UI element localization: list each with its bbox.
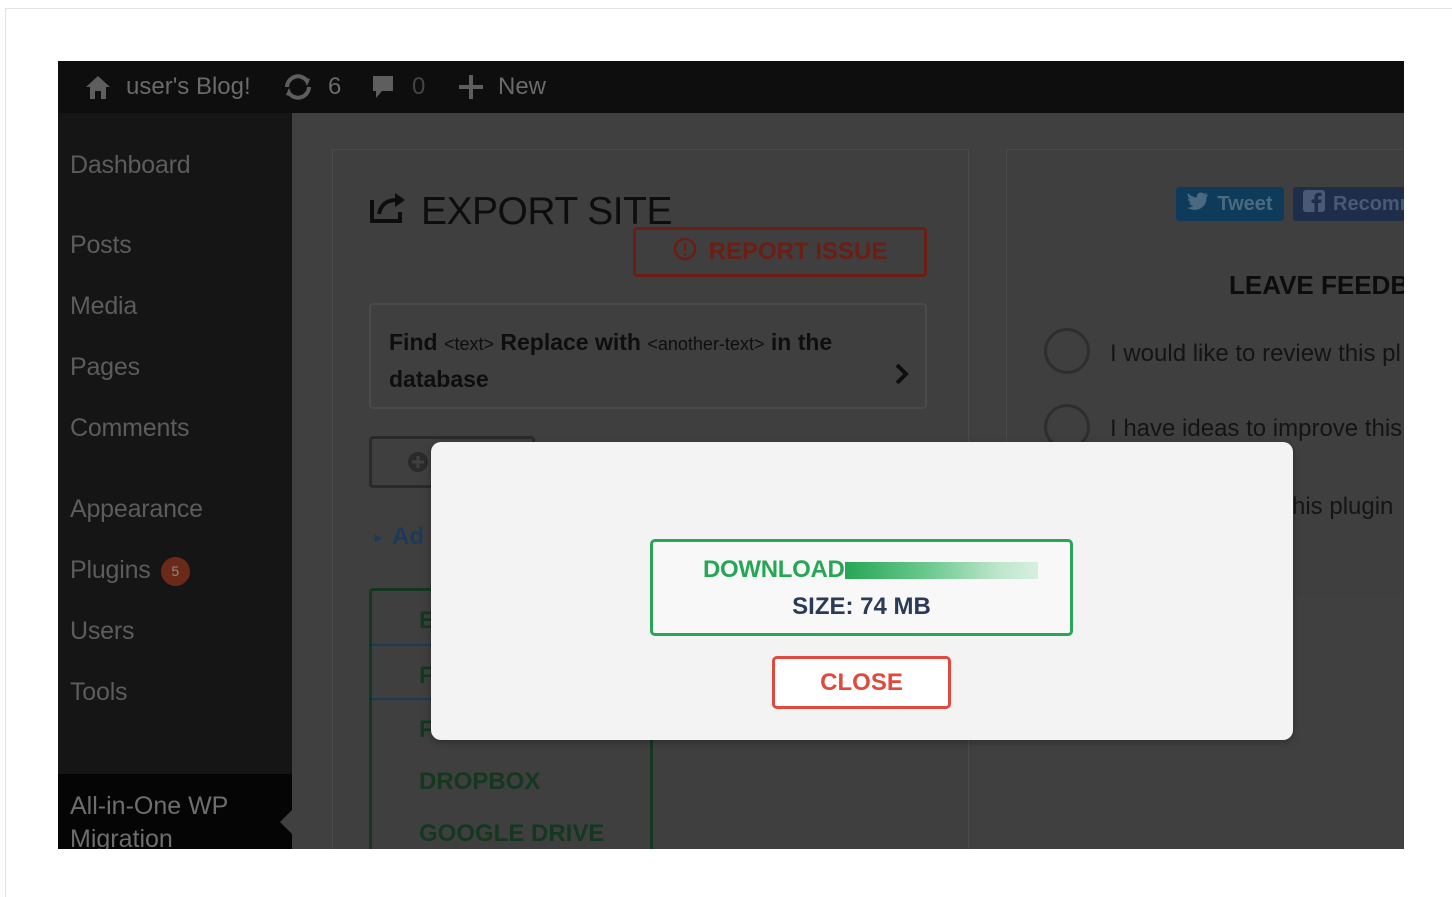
sidebar-item-media[interactable]: Media — [70, 292, 137, 321]
alert-icon — [673, 237, 709, 268]
new-label: New — [498, 73, 547, 100]
active-indicator — [280, 809, 293, 835]
page-title: EXPORT SITE — [369, 190, 672, 234]
download-row: DOWNLOAD — [703, 556, 1038, 584]
export-option-google-drive[interactable]: GOOGLE DRIVE — [419, 820, 604, 848]
sidebar-item-appearance[interactable]: Appearance — [70, 495, 203, 524]
find-replace-text: Find <text> Replace with <another-text> … — [389, 329, 833, 392]
export-complete-modal: DOWNLOAD SIZE: 74 MB CLOSE — [431, 442, 1293, 740]
refresh-icon — [282, 73, 314, 101]
updates-count: 6 — [328, 73, 342, 100]
facebook-recommend-button[interactable]: Recomm — [1293, 187, 1404, 221]
find-replace-row[interactable]: Find <text> Replace with <another-text> … — [369, 303, 927, 409]
leave-feedback-heading: LEAVE FEEDB — [1229, 270, 1404, 300]
twitter-icon — [1187, 192, 1217, 216]
home-icon — [84, 74, 112, 100]
sidebar-item-label: All-in-One WP Migration — [70, 792, 228, 849]
feedback-option-review: I would like to review this pl — [1110, 340, 1401, 367]
advanced-options-link[interactable]: ▸ Ad — [375, 523, 424, 551]
download-size: SIZE: 74 MB — [792, 593, 931, 620]
feedback-option-plugin: his plugin — [1292, 493, 1394, 520]
download-progress-bar — [844, 561, 1038, 579]
download-button[interactable]: DOWNLOAD SIZE: 74 MB — [650, 539, 1073, 636]
site-name-link[interactable]: user's Blog! — [84, 61, 251, 113]
sidebar-item-tools[interactable]: Tools — [70, 678, 128, 707]
sidebar-item-comments[interactable]: Comments — [70, 414, 189, 443]
close-button[interactable]: CLOSE — [772, 656, 951, 709]
sidebar-item-all-in-one-wp-migration[interactable]: All-in-One WP Migration — [58, 774, 293, 849]
plus-icon — [458, 74, 484, 100]
new-content-link[interactable]: New — [458, 61, 546, 113]
admin-sidebar: Dashboard Posts Media Pages Comments App… — [58, 113, 293, 849]
comment-bubble-icon — [370, 73, 396, 101]
caret-right-icon: ▸ — [375, 529, 383, 546]
sidebar-item-plugins[interactable]: Plugins 5 — [70, 556, 190, 586]
report-issue-button[interactable]: REPORT ISSUE — [633, 227, 927, 277]
plugins-update-badge: 5 — [160, 556, 190, 586]
plus-circle-icon — [408, 452, 428, 477]
sidebar-item-label: Plugins — [70, 556, 151, 584]
site-name: user's Blog! — [126, 73, 251, 100]
admin-bar: user's Blog! 6 0 New — [58, 61, 1404, 113]
sidebar-item-users[interactable]: Users — [70, 617, 134, 646]
comments-count: 0 — [412, 73, 426, 100]
download-label: DOWNLOAD — [703, 556, 845, 583]
sidebar-item-dashboard[interactable]: Dashboard — [70, 151, 191, 180]
updates-link[interactable]: 6 — [282, 61, 341, 113]
sidebar-item-posts[interactable]: Posts — [70, 231, 132, 260]
sidebar-item-pages[interactable]: Pages — [70, 353, 140, 382]
export-icon — [369, 190, 409, 234]
export-option-dropbox[interactable]: DROPBOX — [419, 768, 540, 796]
feedback-radio-review[interactable] — [1044, 328, 1090, 374]
feedback-option-ideas: I have ideas to improve this — [1110, 415, 1403, 442]
comments-link[interactable]: 0 — [370, 61, 425, 113]
chevron-right-icon — [895, 363, 909, 391]
tweet-button[interactable]: Tweet — [1176, 187, 1284, 221]
facebook-icon — [1303, 190, 1333, 218]
